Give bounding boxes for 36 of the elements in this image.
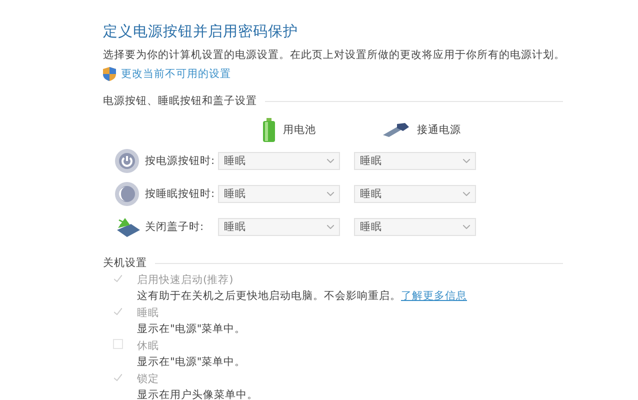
action-dropdown[interactable]: 睡眠 [354, 218, 476, 236]
row-label: 按睡眠按钮时: [145, 186, 216, 200]
column-label: 用电池 [283, 123, 316, 137]
option-label: 休眠 [137, 339, 160, 353]
action-dropdown[interactable]: 睡眠 [218, 152, 340, 170]
shield-icon [103, 67, 116, 81]
caret-icon [463, 158, 470, 162]
battery-icon [263, 118, 275, 142]
action-dropdown[interactable]: 睡眠 [354, 152, 476, 170]
column-label: 接通电源 [417, 123, 461, 137]
page-description: 选择要为你的计算机设置的电源设置。在此页上对设置所做的更改将应用于你所有的电源计划。 [103, 48, 566, 62]
power-icon [115, 148, 139, 172]
action-dropdown[interactable]: 睡眠 [218, 218, 340, 236]
option-description: 显示在"电源"菜单中。 [137, 322, 247, 336]
change-settings-link[interactable]: 更改当前不可用的设置 [121, 67, 231, 81]
moon-icon [115, 182, 139, 206]
row-label: 按电源按钮时: [145, 154, 216, 168]
section-heading: 电源按钮、睡眠按钮和盖子设置 [103, 94, 257, 108]
action-dropdown[interactable]: 睡眠 [218, 184, 340, 202]
action-dropdown[interactable]: 睡眠 [354, 184, 476, 202]
caret-icon [327, 224, 334, 228]
caret-icon [327, 192, 334, 196]
page-title: 定义电源按钮并启用密码保护 [103, 22, 299, 41]
plug-icon [383, 123, 409, 137]
caret-icon [463, 192, 470, 196]
caret-icon [463, 224, 470, 228]
row-label: 关闭盖子时: [145, 220, 205, 234]
option-label: 启用快速启动(推荐) [137, 273, 234, 287]
caret-icon [327, 158, 334, 162]
option-label: 锁定 [137, 372, 160, 386]
option-description: 显示在用户头像菜单中。 [137, 388, 259, 400]
section-heading: 关机设置 [103, 256, 147, 270]
option-label: 睡眠 [137, 306, 160, 320]
option-description: 这有助于在关机之后更快地启动电脑。不会影响重启。了解更多信息 [137, 289, 468, 303]
laptop-icon [115, 216, 141, 238]
option-description: 显示在"电源"菜单中。 [137, 355, 247, 369]
